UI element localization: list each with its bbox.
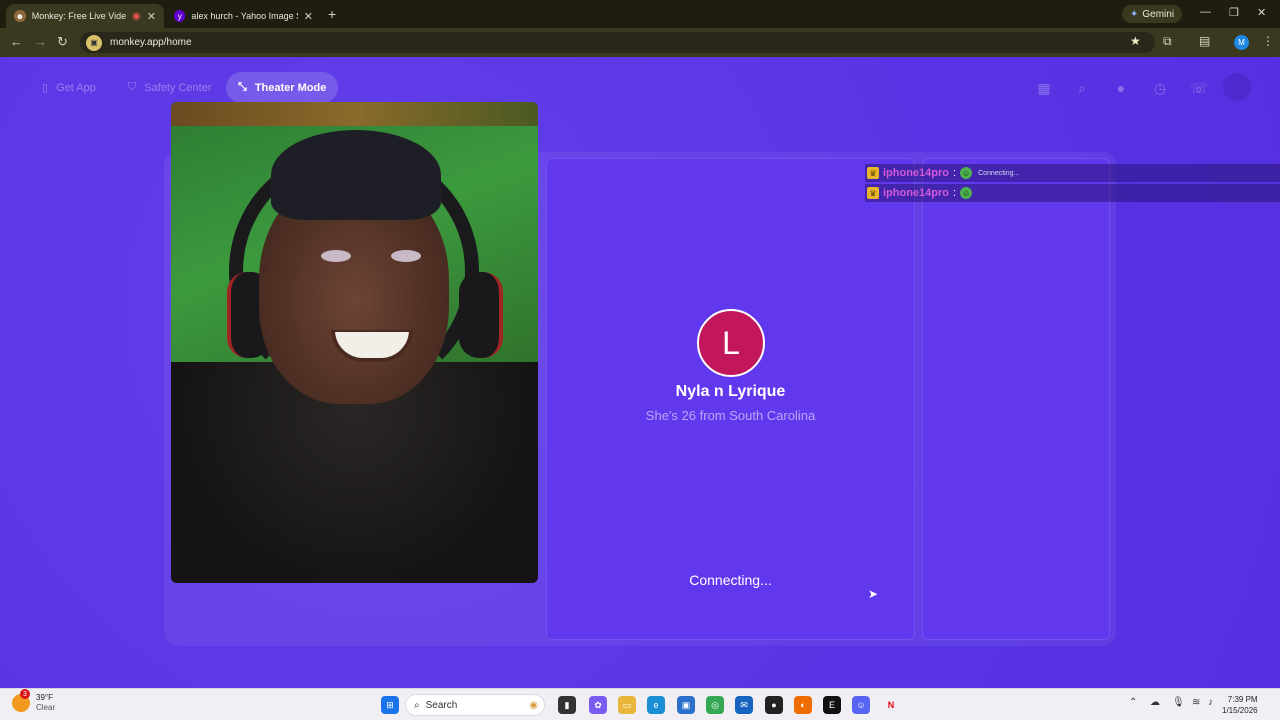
discord-icon[interactable]: ☺ [852, 696, 870, 714]
site-info-icon[interactable]: ▣ [86, 34, 102, 51]
search-icon[interactable]: ⌕ [1071, 77, 1093, 99]
minimize-icon[interactable]: — [1200, 6, 1211, 18]
address-bar: ← → ↻ ▣ monkey.app/home ★ ⧉ ▤ M ⋮ [0, 28, 1280, 57]
task-view-icon[interactable]: ▮ [558, 696, 576, 714]
gemini-sparkle-icon: ✦ [1130, 8, 1139, 20]
shop-icon[interactable]: ▦ [1033, 77, 1055, 99]
close-icon[interactable]: ✕ [304, 10, 313, 23]
get-app-button[interactable]: ▯ Get App [30, 72, 108, 103]
windows-start-icon[interactable]: ⊞ [381, 696, 399, 714]
phone-icon: ▯ [42, 82, 49, 94]
edge-icon[interactable]: e [647, 696, 665, 714]
reload-icon[interactable]: ↻ [57, 34, 68, 50]
crown-icon: ♛ [867, 167, 879, 179]
netflix-icon[interactable]: N [882, 696, 900, 714]
tab-title: Monkey: Free Live Video Ch [31, 11, 127, 21]
video-background [171, 102, 538, 126]
notification-badge: 3 [20, 689, 30, 699]
overlay-row: ♛ iphone14pro : ☺ [865, 184, 1280, 202]
maximize-icon[interactable]: ❐ [1229, 6, 1239, 19]
match-avatar: L [697, 309, 765, 377]
blob-icon: ☺ [960, 187, 973, 199]
volume-icon[interactable]: ♪ [1208, 697, 1213, 708]
overlay-username: iphone14pro [883, 167, 950, 179]
clock-date: 1/15/2026 [1222, 706, 1258, 715]
safety-center-button[interactable]: ⛉ Safety Center [116, 72, 224, 103]
user-avatar[interactable] [1223, 73, 1251, 101]
get-app-label: Get App [56, 81, 96, 94]
tab-title: alex hurch - Yahoo Image Searc [191, 11, 297, 21]
crown-icon: ♛ [867, 187, 879, 199]
theater-mode-label: Theater Mode [254, 81, 327, 94]
expand-icon: ⤡ [238, 81, 247, 93]
forward-icon[interactable]: → [34, 34, 47, 49]
app-icon[interactable]: ● [765, 696, 783, 714]
gemini-label: Gemini [1142, 8, 1175, 20]
menu-icon[interactable]: ⋮ [1262, 34, 1274, 48]
copilot-icon[interactable]: ✿ [589, 696, 607, 714]
chrome-icon[interactable]: ◎ [706, 696, 724, 714]
clock[interactable]: 7:39 PM 1/15/2026 [1222, 694, 1258, 716]
new-tab-icon[interactable]: + [328, 6, 336, 22]
video-person [271, 130, 441, 220]
url-field[interactable]: ▣ monkey.app/home [80, 32, 1155, 53]
match-name: Nyla n Lyrique [675, 383, 786, 400]
search-highlight-icon: ◉ [529, 699, 538, 711]
tab-monkey[interactable]: ☻ Monkey: Free Live Video Ch ◉ ✕ [6, 4, 164, 28]
onedrive-icon[interactable]: ☁ [1150, 697, 1160, 708]
gemini-button[interactable]: ✦ Gemini [1122, 5, 1183, 23]
monkey-favicon-icon: ☻ [14, 10, 26, 22]
reading-list-icon[interactable]: ▤ [1199, 34, 1210, 48]
self-video-feed [171, 102, 538, 583]
file-explorer-icon[interactable]: ▭ [618, 696, 636, 714]
connecting-status: Connecting... [689, 572, 772, 588]
chevron-up-icon[interactable]: ⌃ [1129, 697, 1137, 708]
taskbar-search-label: Search [425, 699, 458, 711]
firefox-icon[interactable]: ◐ [794, 696, 812, 714]
extensions-icon[interactable]: ⧉ [1163, 34, 1172, 49]
yahoo-favicon-icon: y [174, 10, 186, 22]
taskbar: 3 39°F Clear ⊞ ⌕ Search ◉ ▮ ✿ ▭ e ▣ ◎ ✉ … [0, 688, 1280, 720]
recording-icon: ◉ [132, 10, 141, 22]
wifi-icon[interactable]: ≋ [1192, 697, 1200, 708]
safety-center-label: Safety Center [144, 81, 212, 94]
bookmark-star-icon[interactable]: ★ [1130, 34, 1141, 48]
tab-yahoo[interactable]: y alex hurch - Yahoo Image Searc ✕ [166, 4, 321, 28]
microphone-icon[interactable]: 🎙 [1172, 697, 1185, 708]
shield-icon: ⛉ [128, 81, 137, 93]
overlay-username: iphone14pro [883, 187, 950, 199]
match-panel: L Nyla n Lyrique She's 26 from South Car… [546, 158, 915, 640]
weather-widget[interactable]: 3 39°F Clear [12, 689, 56, 713]
photos-icon[interactable]: ▣ [677, 696, 695, 714]
browser-tab-bar: ☻ Monkey: Free Live Video Ch ◉ ✕ y alex … [0, 0, 1280, 28]
overlay-colon: : [953, 167, 957, 179]
blob-icon: ☺ [960, 167, 973, 179]
video-person [391, 250, 421, 262]
url-text: monkey.app/home [110, 37, 192, 48]
weather-condition: Clear [36, 703, 56, 712]
overlay-status: Connecting... [978, 169, 1020, 177]
taskbar-search[interactable]: ⌕ Search ◉ [405, 694, 545, 716]
friends-icon[interactable]: ● [1110, 77, 1132, 99]
history-icon[interactable]: ◷ [1149, 77, 1171, 99]
weather-temperature: 39°F [36, 693, 53, 702]
search-icon: ⌕ [414, 699, 420, 711]
chat-icon[interactable]: ☏ [1188, 77, 1210, 99]
video-person [321, 250, 351, 262]
back-icon[interactable]: ← [10, 34, 23, 49]
mouse-cursor-icon: ➤ [868, 587, 879, 601]
overlay-row: ♛ iphone14pro : ☺ Connecting... [865, 164, 1280, 182]
close-window-icon[interactable]: ✕ [1257, 6, 1266, 19]
weather-sun-icon: 3 [12, 689, 30, 712]
clock-time: 7:39 PM [1227, 695, 1258, 704]
outlook-icon[interactable]: ✉ [735, 696, 753, 714]
profile-avatar[interactable]: M [1234, 35, 1249, 50]
epic-games-icon[interactable]: E [823, 696, 841, 714]
headphones-icon [459, 272, 503, 358]
theater-mode-button[interactable]: ⤡ Theater Mode [226, 72, 339, 103]
side-panel [922, 158, 1110, 640]
overlay-colon: : [953, 187, 957, 199]
match-description: She's 26 from South Carolina [645, 408, 816, 423]
close-icon[interactable]: ✕ [147, 10, 156, 23]
